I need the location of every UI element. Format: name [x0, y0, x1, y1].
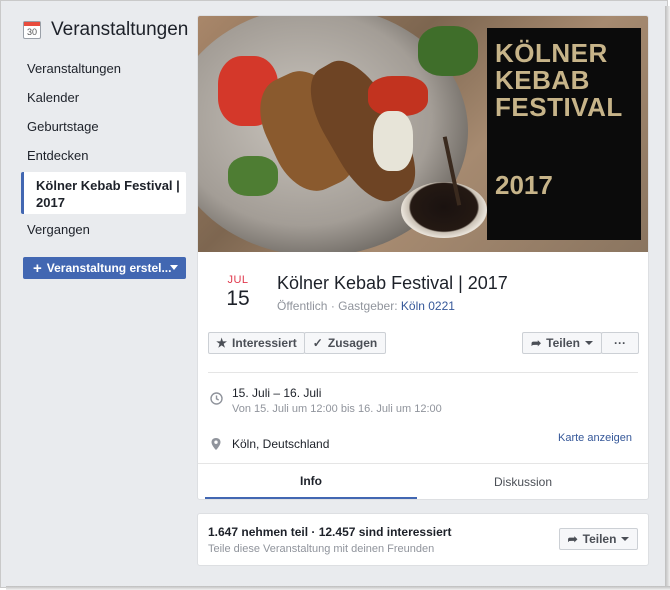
- event-location: Köln, Deutschland: [232, 437, 330, 451]
- interested-label: Interessiert: [232, 336, 297, 350]
- sauce-bowl-image: [401, 182, 487, 238]
- sidebar-title: Veranstaltungen: [51, 19, 189, 40]
- share-event-label: Teilen: [582, 532, 617, 546]
- checkmark-icon: ✓: [312, 336, 323, 350]
- star-icon: ★: [216, 336, 228, 350]
- event-host-link[interactable]: Köln 0221: [401, 299, 455, 313]
- event-meta: Öffentlich · Gastgeber: Köln 0221: [277, 299, 455, 313]
- clock-icon: [210, 392, 223, 408]
- interested-button[interactable]: ★ Interessiert: [208, 332, 305, 354]
- festival-poster: KÖLNER KEBAB FESTIVAL 2017: [487, 28, 641, 240]
- attendance-card: 1.647 nehmen teil · 12.457 sind interess…: [197, 513, 649, 566]
- share-label: Teilen: [546, 336, 580, 350]
- event-date-badge: JUL 15: [216, 274, 260, 311]
- more-options-button[interactable]: ···: [601, 332, 639, 354]
- event-host-prefix: Gastgeber:: [338, 299, 398, 313]
- chevron-down-icon: [170, 265, 178, 270]
- sidebar-item-discover[interactable]: Entdecken: [27, 148, 88, 163]
- event-card: KÖLNER KEBAB FESTIVAL 2017 JUL 15 Kölner…: [197, 15, 649, 500]
- going-button[interactable]: ✓ Zusagen: [304, 332, 386, 354]
- share-button[interactable]: ➦ Teilen: [522, 332, 602, 354]
- plus-icon: +: [33, 259, 42, 277]
- event-visibility: Öffentlich: [277, 299, 328, 313]
- sidebar-item-calendar[interactable]: Kalender: [27, 90, 79, 105]
- location-pin-icon: [210, 437, 222, 454]
- event-cover-image[interactable]: KÖLNER KEBAB FESTIVAL 2017: [198, 16, 648, 252]
- page-frame: 30 Veranstaltungen Veranstaltungen Kalen…: [0, 0, 668, 588]
- share-arrow-icon: ➦: [531, 336, 542, 350]
- calendar-icon-day: 30: [26, 27, 37, 37]
- create-event-label: Veranstaltung erstel...: [46, 261, 172, 275]
- poster-title: KÖLNER KEBAB FESTIVAL: [495, 38, 623, 122]
- create-event-button[interactable]: + Veranstaltung erstel...: [23, 257, 186, 279]
- poster-year: 2017: [495, 170, 553, 200]
- share-arrow-icon: ➦: [567, 532, 578, 546]
- tab-discussion[interactable]: Diskussion: [417, 464, 629, 499]
- attendance-stats: 1.647 nehmen teil · 12.457 sind interess…: [208, 525, 452, 539]
- sidebar-item-past[interactable]: Vergangen: [27, 222, 90, 237]
- event-month: JUL: [227, 274, 249, 286]
- more-icon: ···: [614, 336, 626, 350]
- event-time-range: 15. Juli – 16. Juli: [232, 386, 322, 400]
- going-label: Zusagen: [327, 336, 378, 350]
- event-day: 15: [226, 287, 250, 310]
- attendance-share-hint: Teile diese Veranstaltung mit deinen Fre…: [208, 543, 435, 555]
- sidebar-item-current-event[interactable]: Kölner Kebab Festival | 2017: [21, 172, 186, 214]
- event-time-detail: Von 15. Juli um 12:00 bis 16. Juli um 12…: [232, 403, 442, 415]
- sidebar-item-events[interactable]: Veranstaltungen: [27, 61, 121, 76]
- tab-info[interactable]: Info: [205, 464, 417, 499]
- sidebar-item-label: Kölner Kebab Festival | 2017: [36, 178, 180, 210]
- calendar-icon: 30: [23, 21, 41, 39]
- sidebar-item-birthdays[interactable]: Geburtstage: [27, 119, 99, 134]
- sidebar-header: 30 Veranstaltungen: [23, 19, 188, 41]
- share-event-button[interactable]: ➦ Teilen: [559, 528, 638, 550]
- chevron-down-icon: [621, 537, 630, 541]
- event-title: Kölner Kebab Festival | 2017: [277, 273, 508, 293]
- show-map-link[interactable]: Karte anzeigen: [558, 432, 632, 444]
- event-tabs: Info Diskussion: [198, 463, 648, 499]
- chevron-down-icon: [584, 341, 593, 345]
